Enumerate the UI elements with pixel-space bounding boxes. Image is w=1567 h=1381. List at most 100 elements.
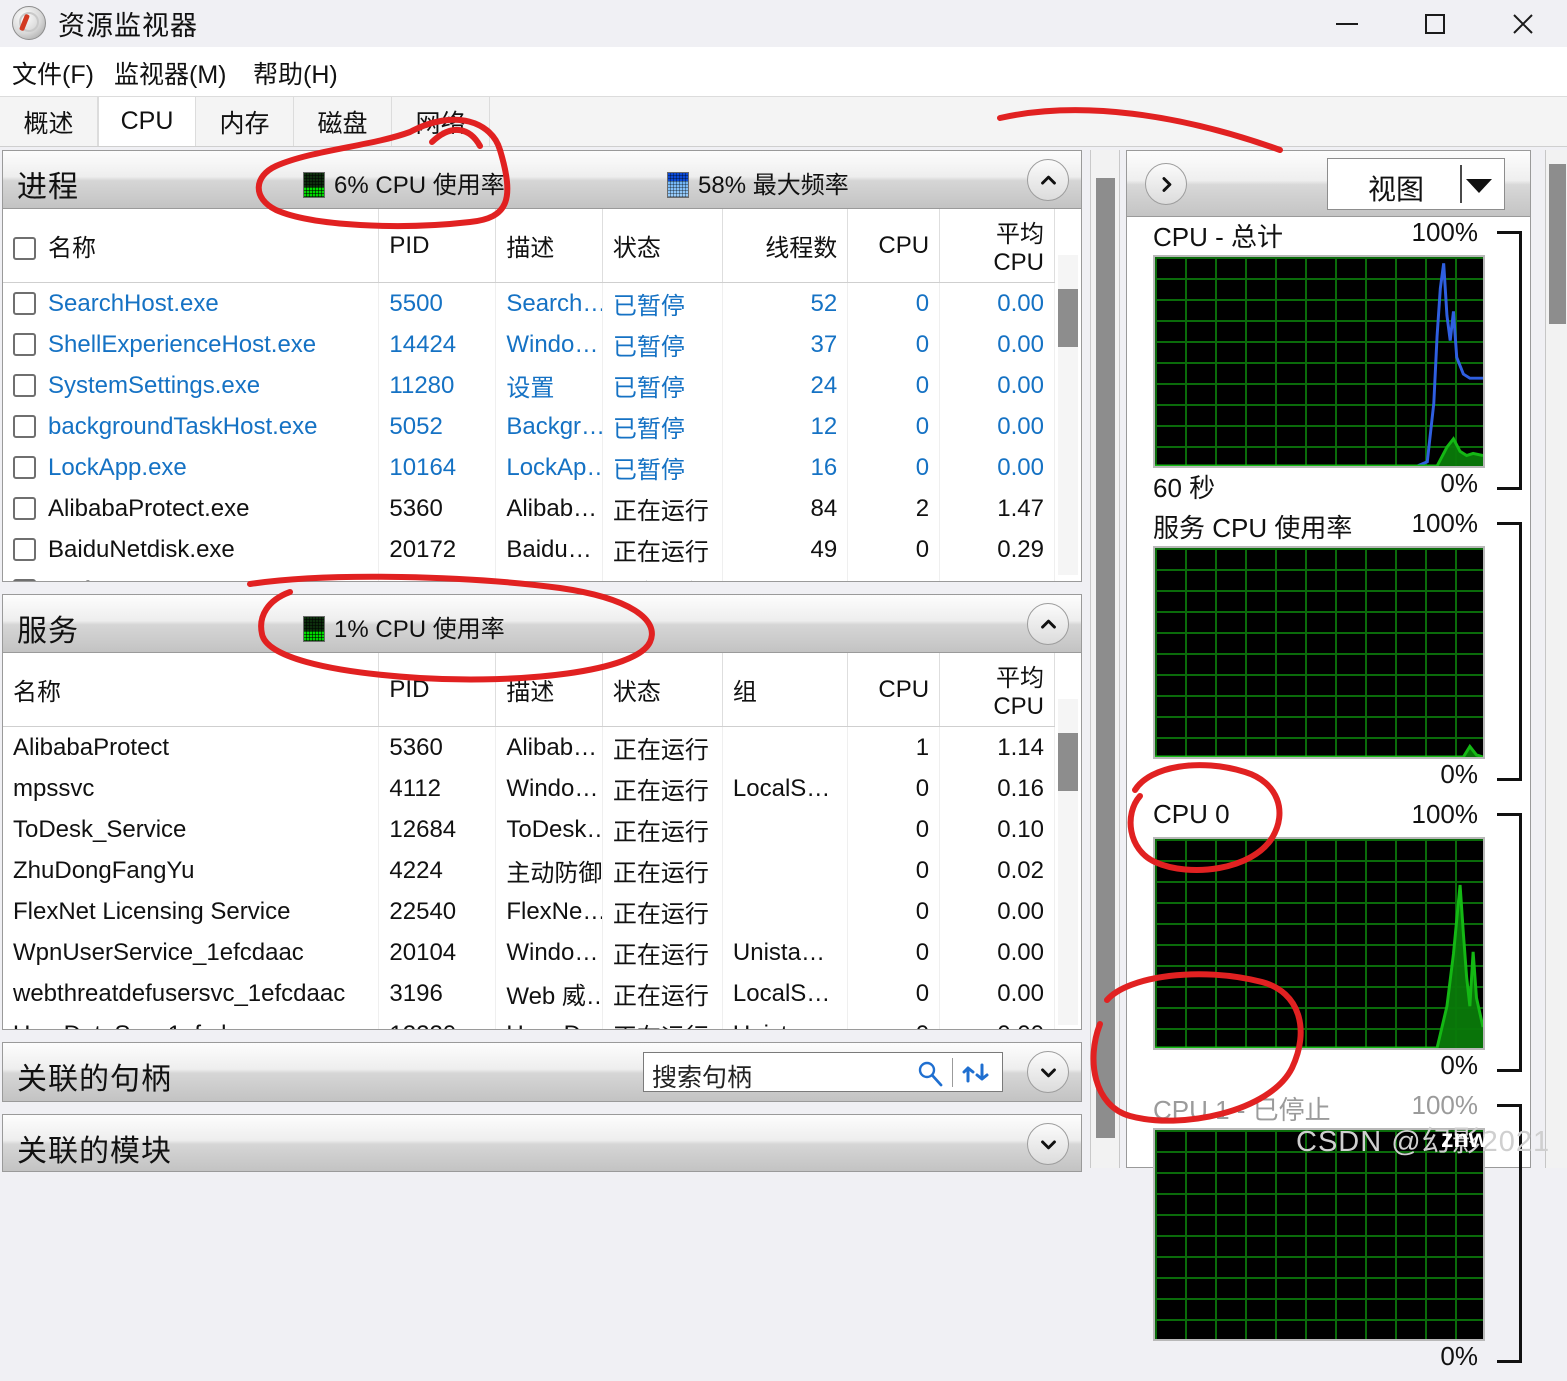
processes-header[interactable]: 进程 6% CPU 使用率 58% 最大频率 bbox=[3, 151, 1081, 209]
table-row[interactable]: AlibabaProtect.exe 5360 Alibab… 正在运行 84 2 1.47 bbox=[3, 488, 1055, 529]
handles-panel: 关联的句柄 搜索句柄 bbox=[2, 1042, 1082, 1102]
svc-col-name[interactable]: 名称 bbox=[3, 653, 380, 727]
cell-name: SystemSettings.exe bbox=[3, 365, 380, 406]
table-row[interactable]: SystemSettings.exe 11280 设置 已暂停 24 0 0.00 bbox=[3, 365, 1055, 406]
table-row[interactable]: SearchHost.exe 5500 Search… 已暂停 52 0 0.00 bbox=[3, 282, 1055, 324]
select-all-checkbox[interactable] bbox=[13, 237, 36, 260]
table-row[interactable]: BaiduNetdisk.exe 20172 Baidu… 正在运行 49 0 0.29 bbox=[3, 529, 1055, 570]
handles-expand-button[interactable] bbox=[1027, 1051, 1069, 1093]
cell-avg-cpu: 0.00 bbox=[939, 282, 1055, 324]
svc-col-cpu[interactable]: CPU bbox=[847, 653, 941, 727]
modules-header[interactable]: 关联的模块 bbox=[3, 1115, 1081, 1171]
col-name[interactable]: 名称 bbox=[3, 209, 380, 283]
row-checkbox[interactable] bbox=[13, 496, 36, 520]
table-row[interactable]: backgroundTaskHost.exe 5052 Backgr… 已暂停 12 0 0… bbox=[3, 406, 1055, 447]
graphs-scroll-thumb[interactable] bbox=[1549, 164, 1566, 324]
cell-avg-cpu: 0.27 bbox=[939, 570, 1055, 581]
table-row[interactable]: ZhuDongFangYu 4224 主动防御 正在运行 0 0.02 bbox=[3, 850, 1055, 891]
row-checkbox[interactable] bbox=[13, 291, 36, 315]
cell-avg-cpu: 0.00 bbox=[939, 365, 1055, 406]
handles-header[interactable]: 关联的句柄 搜索句柄 bbox=[3, 1043, 1081, 1101]
col-pid[interactable]: PID bbox=[378, 209, 497, 283]
table-row[interactable]: AlibabaProtect 5360 Alibab… 正在运行 1 1.14 bbox=[3, 726, 1055, 768]
col-description[interactable]: 描述 bbox=[495, 209, 603, 283]
graph-title: 服务 CPU 使用率 bbox=[1153, 513, 1353, 543]
svc-col-avg-cpu[interactable]: 平均 CPU bbox=[939, 653, 1055, 727]
graph-footer-row: 0% bbox=[1143, 1341, 1514, 1381]
graphs-scrollbar[interactable] bbox=[1545, 150, 1567, 1168]
graphs-panel: 视图 CPU - 总计 100% 60 秒 0% 服务 CPU 使用率 100% 0% CPU… bbox=[1126, 150, 1531, 1371]
tab-disk[interactable]: 磁盘 bbox=[294, 97, 392, 146]
menu-bar: 文件(F) 监视器(M) 帮助(H) bbox=[0, 47, 1567, 97]
cell-avg-cpu: 0.00 bbox=[939, 1014, 1055, 1029]
cell-status: 正在运行 bbox=[602, 529, 723, 570]
minimize-button[interactable] bbox=[1303, 0, 1391, 47]
table-row[interactable]: mpssvc 4112 Windo… 正在运行 LocalS… 0 0.16 bbox=[3, 768, 1055, 809]
services-cpu-stat: 1% CPU 使用率 bbox=[303, 609, 505, 644]
processes-freq-stat: 58% 最大频率 bbox=[667, 165, 849, 200]
window-scrollbar[interactable] bbox=[1090, 150, 1120, 1168]
cell-threads: 24 bbox=[722, 365, 849, 406]
processes-scrollbar[interactable] bbox=[1058, 255, 1078, 575]
table-row[interactable]: ToDesk_Service 12684 ToDesk… 正在运行 0 0.10 bbox=[3, 809, 1055, 850]
menu-file[interactable]: 文件(F) bbox=[12, 55, 94, 91]
row-checkbox[interactable] bbox=[13, 537, 36, 561]
maximize-button[interactable] bbox=[1391, 0, 1479, 47]
table-row[interactable]: ShellExperienceHost.exe 14424 Windo… 已暂停 37 0… bbox=[3, 324, 1055, 365]
row-checkbox[interactable] bbox=[13, 332, 36, 356]
services-scroll-thumb[interactable] bbox=[1058, 733, 1078, 791]
cell-threads: 52 bbox=[722, 282, 849, 324]
refresh-icon[interactable] bbox=[962, 1059, 992, 1087]
col-avg-cpu[interactable]: 平均 CPU bbox=[939, 209, 1055, 283]
cell-cpu: 1 bbox=[847, 726, 941, 768]
tab-cpu[interactable]: CPU bbox=[98, 97, 196, 146]
modules-expand-button[interactable] bbox=[1027, 1123, 1069, 1165]
svc-col-group[interactable]: 组 bbox=[722, 653, 849, 727]
row-checkbox[interactable] bbox=[13, 578, 36, 581]
services-collapse-button[interactable] bbox=[1027, 603, 1069, 645]
graphs-expand-button[interactable] bbox=[1145, 163, 1187, 205]
processes-table: 名称 PID 描述 ^状态 线程数 CPU 平均 CPU SearchHost.… bbox=[3, 209, 1055, 581]
cell-description: Web 威… bbox=[495, 973, 603, 1014]
close-button[interactable] bbox=[1479, 0, 1567, 47]
col-threads[interactable]: 线程数 bbox=[722, 209, 849, 283]
table-row[interactable]: webthreatdefusersvc_1efcdaac 3196 Web 威… 正在… bbox=[3, 973, 1055, 1014]
handle-search-box[interactable]: 搜索句柄 bbox=[643, 1052, 1003, 1092]
cell-description: Alibab… bbox=[495, 726, 603, 768]
table-row[interactable]: WpnUserService_1efcdaac 20104 Windo… 正在运行 Un… bbox=[3, 932, 1055, 973]
processes-collapse-button[interactable] bbox=[1027, 159, 1069, 201]
row-checkbox[interactable] bbox=[13, 455, 36, 479]
row-checkbox[interactable] bbox=[13, 373, 36, 397]
chevron-down-icon[interactable] bbox=[1466, 179, 1492, 193]
graph-label-row: 服务 CPU 使用率 100% bbox=[1143, 508, 1514, 546]
services-scrollbar[interactable] bbox=[1058, 699, 1078, 1025]
cell-avg-cpu: 0.00 bbox=[939, 891, 1055, 932]
tab-memory[interactable]: 内存 bbox=[196, 97, 294, 146]
col-status[interactable]: ^状态 bbox=[602, 209, 723, 283]
cell-name: ShellExperienceHost.exe bbox=[3, 324, 380, 365]
table-row[interactable]: perfmon.exe8344资源和…正在运行2010.27 bbox=[3, 570, 1055, 581]
col-cpu[interactable]: CPU bbox=[847, 209, 941, 283]
menu-help[interactable]: 帮助(H) bbox=[253, 55, 338, 91]
processes-scroll-thumb[interactable] bbox=[1058, 289, 1078, 347]
graph-max-label: 100% bbox=[1411, 799, 1479, 829]
svc-col-status[interactable]: ^状态 bbox=[602, 653, 723, 727]
window-scroll-thumb[interactable] bbox=[1096, 178, 1115, 1138]
handle-search-input[interactable]: 搜索句柄 bbox=[652, 1058, 752, 1094]
tab-overview[interactable]: 概述 bbox=[0, 97, 98, 146]
services-header[interactable]: 服务 1% CPU 使用率 bbox=[3, 595, 1081, 653]
view-dropdown-button[interactable]: 视图 bbox=[1327, 158, 1505, 210]
tab-network[interactable]: 网络 bbox=[392, 97, 490, 146]
graph-footer-row: 0% bbox=[1143, 1050, 1514, 1090]
table-row[interactable]: LockApp.exe 10164 LockAp… 已暂停 16 0 0.00 bbox=[3, 447, 1055, 488]
cell-group bbox=[722, 809, 849, 850]
svc-col-pid[interactable]: PID bbox=[378, 653, 497, 727]
row-checkbox[interactable] bbox=[13, 414, 36, 438]
table-row[interactable]: FlexNet Licensing Service 22540 FlexNe… 正在运… bbox=[3, 891, 1055, 932]
svc-col-description[interactable]: 描述 bbox=[495, 653, 603, 727]
cell-avg-cpu: 0.29 bbox=[939, 529, 1055, 570]
search-icon[interactable] bbox=[916, 1059, 944, 1087]
cell-description: User D… bbox=[495, 1014, 603, 1029]
menu-monitor[interactable]: 监视器(M) bbox=[114, 55, 226, 91]
table-row[interactable]: UserDataSvc_1efcdaac12220User D…正在运行Unis… bbox=[3, 1014, 1055, 1029]
